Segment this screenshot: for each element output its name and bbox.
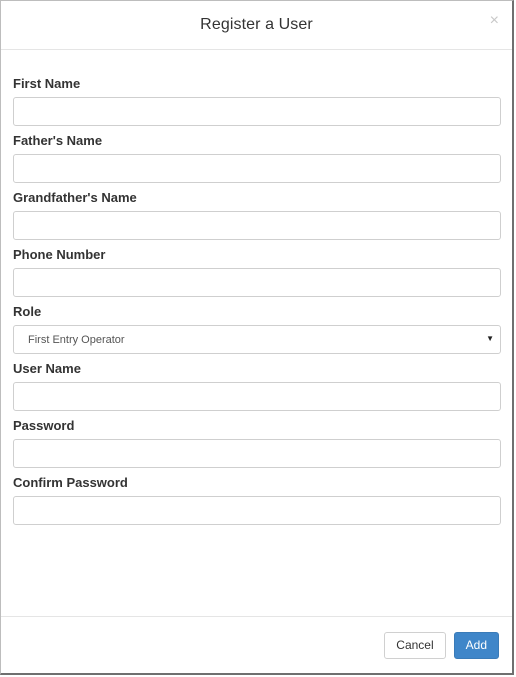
confirm-password-group: Confirm Password — [13, 475, 501, 525]
phone-number-label: Phone Number — [13, 247, 106, 262]
add-button[interactable]: Add — [453, 631, 499, 659]
password-label: Password — [13, 418, 75, 433]
caret-down-icon: ▼ — [486, 334, 494, 343]
first-name-label: First Name — [13, 76, 81, 91]
modal-title: Register a User — [200, 16, 313, 33]
role-selected-value: First Entry Operator — [28, 333, 125, 346]
modal-header: Register a User × — [1, 1, 512, 50]
close-icon[interactable]: × — [490, 13, 499, 29]
phone-number-group: Phone Number — [13, 247, 501, 297]
phone-number-input[interactable] — [13, 268, 501, 297]
grandfathers-name-input[interactable] — [13, 211, 501, 240]
grandfathers-name-group: Grandfather's Name — [13, 190, 501, 240]
role-select[interactable]: First Entry Operator ▼ — [13, 325, 501, 354]
user-name-group: User Name — [13, 361, 501, 411]
fathers-name-group: Father's Name — [13, 133, 501, 183]
user-name-input[interactable] — [13, 382, 501, 411]
fathers-name-input[interactable] — [13, 154, 501, 183]
role-group: Role First Entry Operator ▼ — [13, 304, 501, 354]
role-label: Role — [13, 304, 42, 319]
password-group: Password — [13, 418, 501, 468]
modal-body: First Name Father's Name Grandfather's N… — [1, 50, 512, 525]
modal-footer: Cancel Add — [1, 616, 512, 673]
cancel-button[interactable]: Cancel — [384, 631, 446, 659]
confirm-password-input[interactable] — [13, 496, 501, 525]
first-name-input[interactable] — [13, 97, 501, 126]
confirm-password-label: Confirm Password — [13, 475, 128, 490]
register-user-modal: Register a User × First Name Father's Na… — [0, 0, 514, 675]
user-name-label: User Name — [13, 361, 81, 376]
grandfathers-name-label: Grandfather's Name — [13, 190, 137, 205]
password-input[interactable] — [13, 439, 501, 468]
first-name-group: First Name — [13, 76, 501, 126]
fathers-name-label: Father's Name — [13, 133, 103, 148]
